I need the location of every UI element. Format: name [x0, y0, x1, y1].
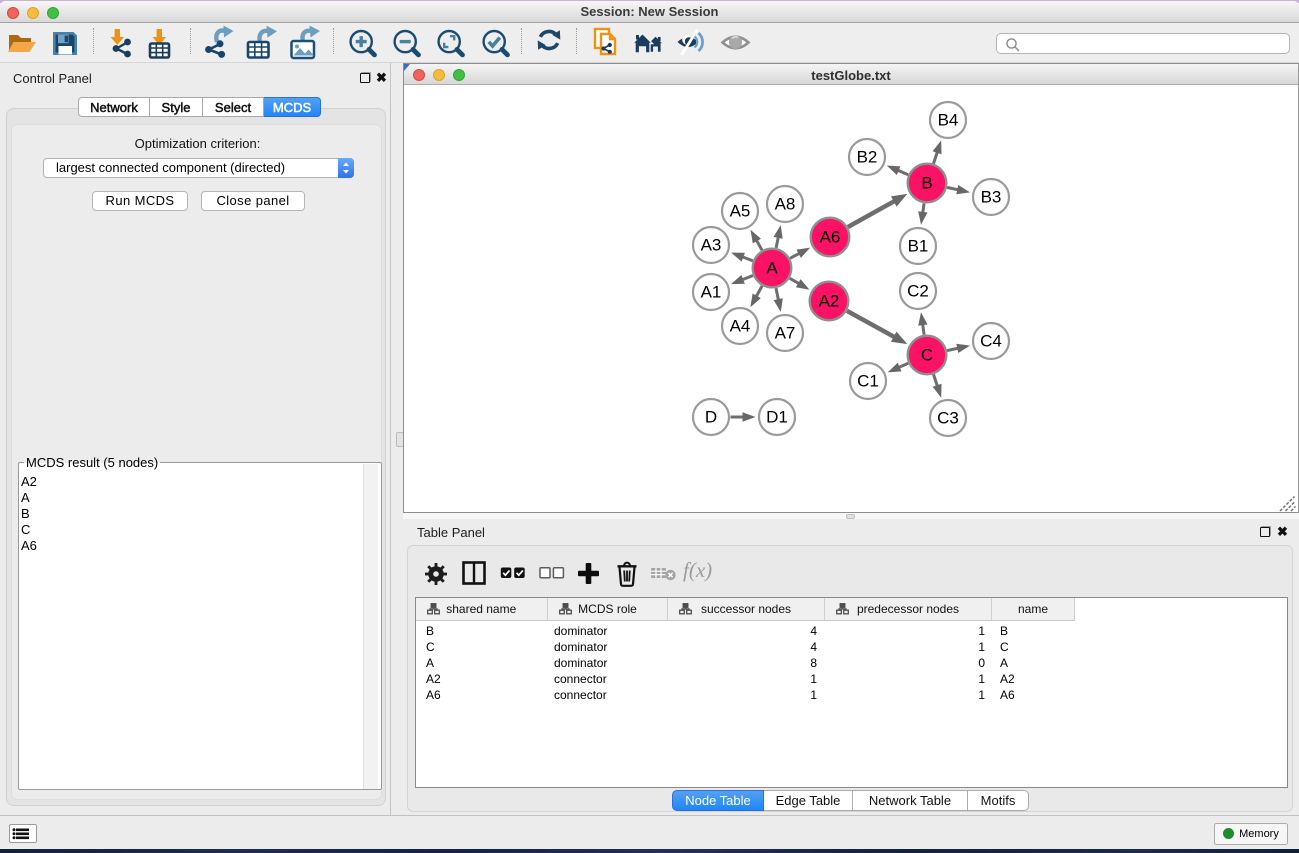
svg-text:D: D: [705, 408, 717, 427]
svg-text:A2: A2: [819, 292, 840, 311]
svg-text:C: C: [921, 346, 933, 365]
svg-text:A7: A7: [775, 324, 796, 343]
svg-text:A: A: [766, 259, 778, 278]
svg-text:C2: C2: [907, 282, 929, 301]
svg-text:A6: A6: [820, 228, 841, 247]
svg-text:A8: A8: [775, 195, 796, 214]
svg-text:C1: C1: [857, 372, 879, 391]
svg-text:A5: A5: [730, 202, 751, 221]
svg-text:B3: B3: [981, 188, 1002, 207]
svg-text:A3: A3: [701, 236, 722, 255]
svg-text:A4: A4: [730, 317, 751, 336]
svg-text:A1: A1: [701, 283, 722, 302]
svg-text:C4: C4: [980, 332, 1002, 351]
svg-text:C3: C3: [937, 409, 959, 428]
svg-text:D1: D1: [766, 408, 788, 427]
svg-text:B4: B4: [938, 111, 959, 130]
svg-text:B: B: [921, 174, 932, 193]
svg-text:B1: B1: [908, 237, 929, 256]
svg-text:B2: B2: [857, 148, 878, 167]
